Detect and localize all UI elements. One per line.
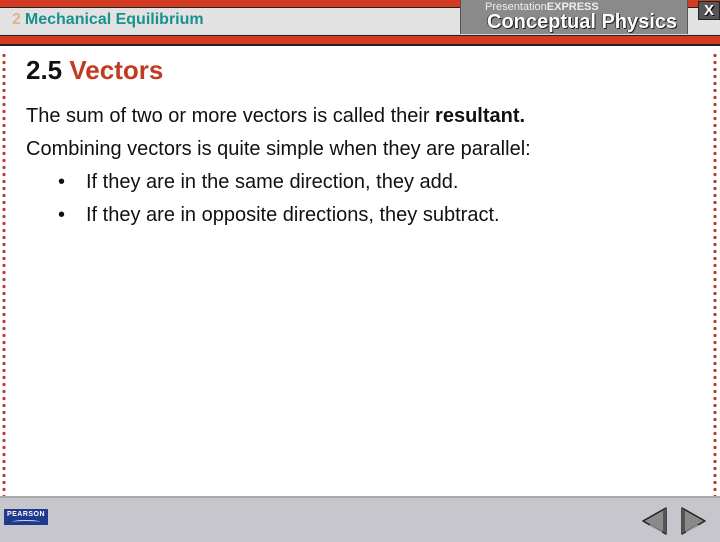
bullet-icon: •	[58, 171, 66, 193]
chapter-heading: 2 Mechanical Equilibrium	[12, 11, 204, 29]
right-dotted-border	[713, 52, 717, 496]
next-slide-button[interactable]	[678, 506, 708, 536]
list-item: • If they are in the same direction, they…	[26, 166, 531, 199]
pearson-swoosh-icon	[12, 520, 40, 524]
chapter-title: Mechanical Equilibrium	[24, 11, 204, 28]
term-resultant: resultant.	[435, 105, 526, 127]
slide-title: 2.5 Vectors	[26, 55, 163, 86]
list-item: • If they are in opposite directions, the…	[26, 199, 531, 232]
slide-body: The sum of two or more vectors is called…	[26, 100, 531, 232]
pearson-logo: PEARSON	[4, 509, 48, 525]
header-bar: 2 Mechanical Equilibrium PresentationEXPR…	[0, 0, 720, 46]
bullet-icon: •	[58, 204, 66, 226]
body-line-2: Combining vectors is quite simple when t…	[26, 138, 531, 160]
left-dotted-border	[2, 52, 6, 496]
previous-slide-button[interactable]	[640, 506, 670, 536]
body-line-1-text: The sum of two or more vectors is called…	[26, 105, 436, 127]
close-button[interactable]: X	[698, 1, 720, 20]
header-stripe-bottom	[0, 35, 720, 46]
list-item-text: If they are in opposite directions, they…	[86, 204, 500, 226]
chapter-number: 2	[12, 11, 21, 28]
section-number: 2.5	[26, 55, 63, 85]
list-item-text: If they are in the same direction, they …	[86, 171, 459, 193]
brand-banner: PresentationEXPRESS Conceptual Physics	[460, 0, 688, 34]
brand-title: Conceptual Physics	[487, 11, 678, 33]
body-line-1: The sum of two or more vectors is called…	[26, 100, 531, 133]
footer-bar: PEARSON	[0, 496, 720, 542]
previous-arrow-icon	[642, 507, 667, 535]
next-arrow-icon	[681, 507, 706, 535]
section-title: Vectors	[69, 55, 164, 85]
bullet-list: • If they are in the same direction, they…	[26, 166, 531, 232]
pearson-logo-text: PEARSON	[6, 511, 46, 518]
